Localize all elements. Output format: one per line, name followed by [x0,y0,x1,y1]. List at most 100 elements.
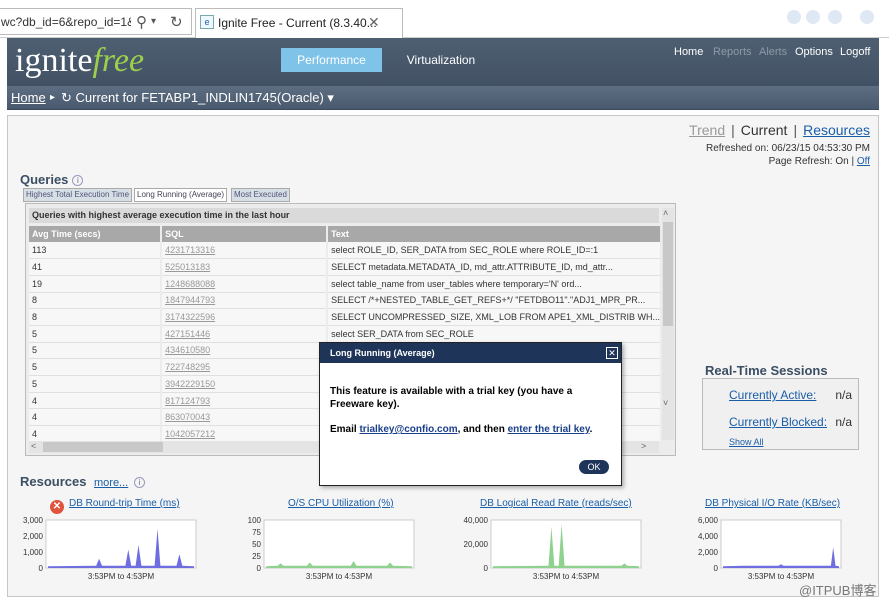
y-tick-label: 2,000 [23,532,44,541]
dialog-title: Long Running (Average) [320,343,621,363]
dialog-body: This feature is available with a trial k… [330,385,610,436]
column-text[interactable]: Text [327,226,662,242]
browser-tab[interactable]: e Ignite Free - Current (8.3.40... ✕ [195,8,403,38]
chart-title-physical-io[interactable]: DB Physical I/O Rate (KB/sec) [705,498,840,509]
resource-charts: 3,000 2,000 1,000 0 3:53PM to 4:53PM 100 75 50 2… [23,516,842,581]
currently-active-value: n/a [835,388,852,402]
show-all-link[interactable]: Show All [729,437,764,447]
avg-time-cell: 4 [29,392,163,410]
close-icon[interactable]: ✕ [606,347,618,359]
nav-alerts[interactable]: Alerts [759,46,787,58]
sql-id-link[interactable]: 434610580 [161,342,329,360]
table-row[interactable]: 8 3174322596 SELECT UNCOMPRESSED_SIZE, XML… [29,308,662,326]
sql-id-link[interactable]: 3942229150 [161,375,329,393]
tab-long-running[interactable]: Long Running (Average) [134,188,228,202]
realtime-sessions: Currently Active: n/a Currently Blocked:… [702,378,859,450]
browser-bar: wc?db_id=6&repo_id=1&p ⚲ ▾ ↻ e Ignite Fr… [0,0,889,38]
breadcrumb-arrow-icon: ▸ [50,92,56,103]
sql-id-link[interactable]: 722748295 [161,358,329,376]
view-links: Trend | Current | Resources [689,122,870,138]
nav-reports[interactable]: Reports [713,46,752,58]
ok-button[interactable]: OK [579,460,609,474]
nav-logoff[interactable]: Logoff [840,46,870,58]
address-bar[interactable]: wc?db_id=6&repo_id=1&p ⚲ ▾ ↻ [0,8,192,35]
y-tick-label: 40,000 [464,516,489,525]
sql-text-cell: SELECT metadata.METADATA_ID, md_attr.ATT… [327,258,662,276]
resources-link[interactable]: Resources [803,122,870,138]
nav-options[interactable]: Options [795,46,833,58]
breadcrumb: Home ▸ ↻ Current for FETABP1_INDLIN1745(… [7,86,879,109]
email-suffix: . [589,424,593,435]
y-tick-label: 0 [484,564,489,573]
chart-title-round-trip[interactable]: DB Round-trip Time (ms) [69,498,180,509]
y-tick-label: 25 [252,552,261,561]
dropdown-icon[interactable]: ▾ [151,16,156,27]
table-row[interactable]: 8 1847944793 SELECT /*+NESTED_TABLE_GET_RE… [29,292,662,310]
y-tick-label: 1,000 [23,548,44,557]
tab-virtualization[interactable]: Virtualization [397,48,485,72]
sql-id-link[interactable]: 1248688088 [161,275,329,293]
sql-id-link[interactable]: 3174322596 [161,308,329,326]
sql-id-link[interactable]: 525013183 [161,258,329,276]
resources-more-link[interactable]: more... [94,477,128,489]
avg-time-cell: 113 [29,242,163,260]
sql-id-link[interactable]: 4231713316 [161,242,329,260]
chart-plot-area [45,519,197,569]
sql-id-link[interactable]: 1042057212 [161,425,329,443]
sql-text-cell: select table_name from user_tables where… [327,275,662,293]
scroll-thumb[interactable] [43,442,163,452]
avg-time-cell: 19 [29,275,163,293]
sql-id-link[interactable]: 863070043 [161,408,329,427]
sql-text-cell: select SER_DATA from SEC_ROLE [327,325,662,343]
avg-time-cell: 5 [29,358,163,376]
sql-text-cell: SELECT UNCOMPRESSED_SIZE, XML_LOB FROM A… [327,308,662,326]
sql-id-link[interactable]: 817124793 [161,392,329,410]
refresh-icon[interactable]: ↻ [170,13,183,31]
table-row[interactable]: 19 1248688088 select table_name from user_… [29,275,662,293]
close-icon[interactable]: ✕ [368,14,380,31]
search-icon[interactable]: ⚲ [136,13,147,31]
sql-text-cell: SELECT /*+NESTED_TABLE_GET_REFS+*/ "FETD… [327,292,662,310]
chart-title-logical-read[interactable]: DB Logical Read Rate (reads/sec) [480,498,632,509]
nav-home[interactable]: Home [674,46,703,58]
info-icon[interactable]: i [72,175,84,187]
queries-title-text: Queries [20,172,69,187]
y-tick-label: 50 [252,540,261,549]
table-row[interactable]: 5 427151446 select SER_DATA from SEC_ROLE [29,325,662,343]
url-text[interactable]: wc?db_id=6&repo_id=1&p [1,15,131,29]
sql-id-link[interactable]: 427151446 [161,325,329,343]
currently-active-link[interactable]: Currently Active: [729,388,816,402]
currently-blocked-link[interactable]: Currently Blocked: [729,415,827,429]
logo: ignitefree CONFIO [15,44,144,96]
trend-link[interactable]: Trend [689,122,725,138]
current-label: Current [740,122,788,138]
email-link[interactable]: trialkey@confio.com [359,424,457,435]
scroll-down-icon[interactable]: ˅ [663,398,668,408]
y-tick-label: 75 [252,528,261,537]
y-tick-label: 2,000 [698,548,719,557]
breadcrumb-current[interactable]: ↻ Current for FETABP1_INDLIN1745(Oracle)… [61,90,334,106]
chart-title-cpu[interactable]: O/S CPU Utilization (%) [288,498,394,509]
table-row[interactable]: 113 4231713316 select ROLE_ID, SER_DATA fr… [29,242,662,260]
vertical-scrollbar[interactable]: ˄ ˅ [662,208,674,440]
currently-blocked-value: n/a [835,415,852,429]
dialog-message: This feature is available with a trial k… [330,386,573,410]
table-row[interactable]: 41 525013183 SELECT metadata.METADATA_ID, … [29,258,662,276]
scroll-left-icon[interactable]: ˂ [31,441,36,451]
sql-id-link[interactable]: 1847944793 [161,292,329,310]
decoration-icon [860,10,874,24]
panel-header: Queries with highest average execution t… [29,208,659,223]
tab-performance[interactable]: Performance [281,48,382,72]
info-icon[interactable]: i [134,477,145,488]
enter-trial-key-link[interactable]: enter the trial key [508,424,590,435]
refresh-off-link[interactable]: Off [857,156,870,167]
column-avg-time[interactable]: Avg Time (secs) [29,226,163,242]
tab-most-executed[interactable]: Most Executed [231,188,290,202]
scroll-right-icon[interactable]: ˃ [641,441,646,451]
tab-highest-total[interactable]: Highest Total Execution Time [23,188,133,202]
column-sql[interactable]: SQL [161,226,329,242]
scroll-up-icon[interactable]: ˄ [663,208,668,218]
breadcrumb-home[interactable]: Home [11,90,46,105]
refreshed-time: Refreshed on: 06/23/15 04:53:30 PM [705,143,870,154]
scroll-thumb[interactable] [663,222,673,326]
